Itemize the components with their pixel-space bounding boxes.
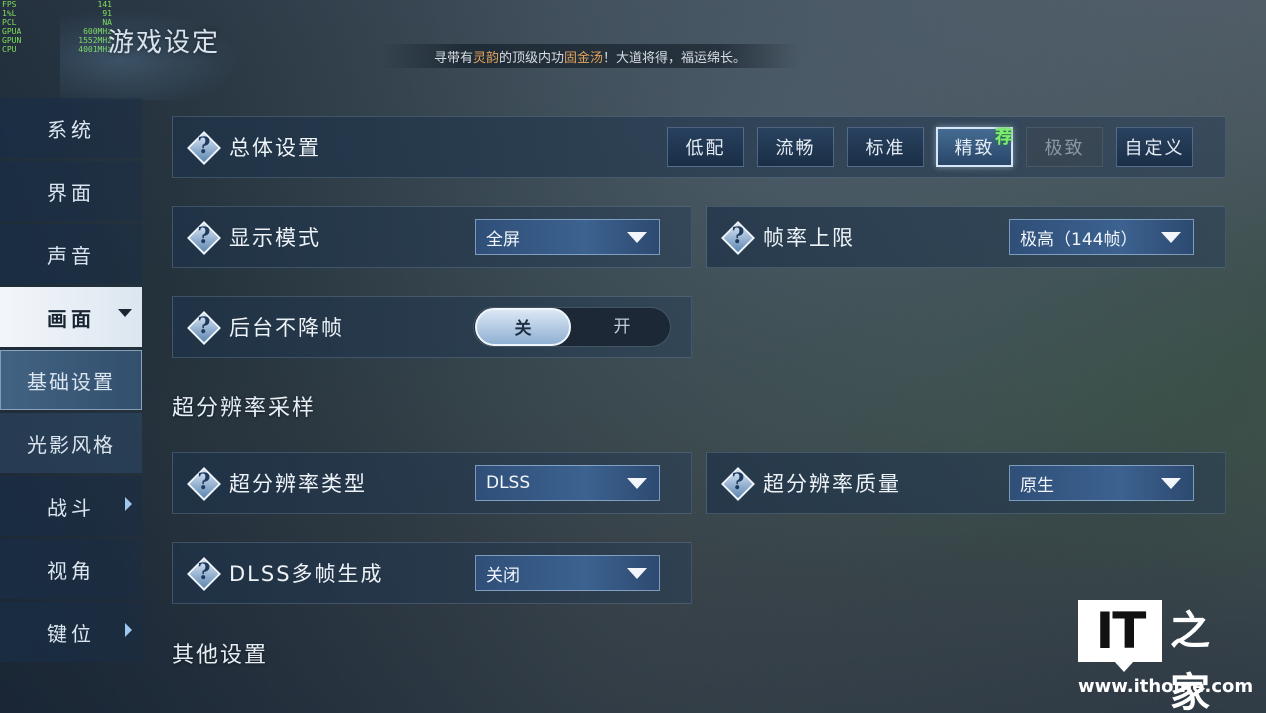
dropdown-value: 全屏 <box>486 229 520 250</box>
upscaling-type-panel: ? 超分辨率类型 DLSS <box>172 452 692 514</box>
upscaling-type-dropdown[interactable]: DLSS <box>475 465 660 501</box>
preset-low-button[interactable]: 低配 <box>667 127 744 167</box>
background-fps-panel: ? 后台不降帧 关 开 <box>172 296 692 358</box>
help-icon[interactable]: ? <box>187 311 221 345</box>
upscaling-quality-label: 超分辨率质量 <box>763 472 901 496</box>
tip-suffix: ！大道将得，福运绵长。 <box>603 50 747 66</box>
chevron-right-icon <box>125 497 132 511</box>
frame-gen-dropdown[interactable]: 关闭 <box>475 555 660 591</box>
recommended-badge: 荐 <box>995 127 1015 148</box>
watermark-url: www.ithome.com <box>1078 676 1254 697</box>
help-icon[interactable]: ? <box>721 467 755 501</box>
toggle-option-on[interactable]: 开 <box>574 308 670 346</box>
ithome-logo: IT <box>1078 600 1162 672</box>
dropdown-value: 极高（144帧） <box>1020 229 1138 250</box>
upscaling-quality-dropdown[interactable]: 原生 <box>1009 465 1194 501</box>
tip-mid: 的顶级内功 <box>498 50 564 66</box>
upscaling-quality-panel: ? 超分辨率质量 原生 <box>706 452 1226 514</box>
sidebar-item-label: 基础设置 <box>27 369 115 394</box>
sidebar-item-sound[interactable]: 声音 <box>0 224 142 284</box>
watermark: IT 之家 www.ithome.com <box>1078 600 1253 713</box>
dropdown-value: DLSS <box>486 473 531 493</box>
fps-overlay-label: FPS <box>2 0 17 9</box>
fps-overlay-label: CPU <box>2 45 17 54</box>
page-title: 游戏设定 <box>108 28 221 58</box>
sidebar-subitem-basic-settings[interactable]: 基础设置 <box>0 350 142 410</box>
background-fps-label: 后台不降帧 <box>229 316 344 340</box>
frame-limit-panel: ? 帧率上限 极高（144帧） <box>706 206 1226 268</box>
chevron-down-icon <box>118 309 132 317</box>
sidebar-item-system[interactable]: 系统 <box>0 98 142 158</box>
dropdown-arrow-icon <box>627 568 647 579</box>
sidebar-subitem-lighting-style[interactable]: 光影风格 <box>0 413 142 473</box>
display-mode-dropdown[interactable]: 全屏 <box>475 219 660 255</box>
overall-settings-label: 总体设置 <box>229 136 321 160</box>
fps-overlay-label: GPUA <box>2 27 22 36</box>
help-icon[interactable]: ? <box>187 131 221 165</box>
sidebar-item-label: 视角 <box>47 558 95 583</box>
upscaling-type-label: 超分辨率类型 <box>229 472 367 496</box>
sidebar-item-keybinds[interactable]: 键位 <box>0 602 142 662</box>
preset-smooth-button[interactable]: 流畅 <box>757 127 834 167</box>
sidebar-item-graphics[interactable]: 画面 <box>0 287 142 347</box>
sidebar-item-label: 系统 <box>47 117 95 142</box>
sidebar-item-combat[interactable]: 战斗 <box>0 476 142 536</box>
tip-banner: 寻带有 灵韵 的顶级内功 固金汤 ！大道将得，福运绵长。 <box>380 44 800 68</box>
fps-overlay-label: 1%L <box>2 9 17 18</box>
help-icon[interactable]: ? <box>721 221 755 255</box>
frame-limit-label: 帧率上限 <box>763 226 855 250</box>
help-icon[interactable]: ? <box>187 557 221 591</box>
frame-gen-label: DLSS多帧生成 <box>229 562 384 586</box>
dropdown-arrow-icon <box>627 232 647 243</box>
tip-prefix: 寻带有 <box>433 50 473 66</box>
other-section-title: 其他设置 <box>172 643 269 668</box>
display-mode-panel: ? 显示模式 全屏 <box>172 206 692 268</box>
dropdown-value: 原生 <box>1020 475 1054 496</box>
preset-standard-button[interactable]: 标准 <box>847 127 924 167</box>
background-fps-toggle[interactable]: 关 开 <box>473 307 671 347</box>
sidebar-item-interface[interactable]: 界面 <box>0 161 142 221</box>
preset-fine-label: 精致 <box>954 138 995 159</box>
help-icon[interactable]: ? <box>187 221 221 255</box>
sidebar-item-label: 画面 <box>47 306 95 331</box>
dropdown-arrow-icon <box>1161 232 1181 243</box>
chevron-right-icon <box>125 623 132 637</box>
preset-ultra-button: 极致 <box>1026 127 1103 167</box>
tip-highlight-1: 灵韵 <box>472 50 499 66</box>
sidebar-item-camera[interactable]: 视角 <box>0 539 142 599</box>
preset-fine-button[interactable]: 精致 荐 <box>936 127 1013 167</box>
dropdown-arrow-icon <box>627 478 647 489</box>
display-mode-label: 显示模式 <box>229 226 321 250</box>
dropdown-arrow-icon <box>1161 478 1181 489</box>
sidebar-item-label: 光影风格 <box>27 432 115 457</box>
sidebar-item-label: 界面 <box>47 180 95 205</box>
sidebar-item-label: 声音 <box>47 243 95 268</box>
preset-custom-button[interactable]: 自定义 <box>1116 127 1193 167</box>
frame-gen-panel: ? DLSS多帧生成 关闭 <box>172 542 692 604</box>
frame-limit-dropdown[interactable]: 极高（144帧） <box>1009 219 1194 255</box>
dropdown-value: 关闭 <box>486 565 520 586</box>
tip-highlight-2: 固金汤 <box>564 50 604 66</box>
sidebar-item-label: 键位 <box>47 621 95 646</box>
help-icon[interactable]: ? <box>187 467 221 501</box>
overall-settings-panel: ? 总体设置 低配 流畅 标准 精致 荐 极致 自定义 <box>172 116 1226 178</box>
sidebar-item-label: 战斗 <box>47 495 95 520</box>
toggle-option-off[interactable]: 关 <box>475 308 571 346</box>
fps-overlay-label: PCL <box>2 18 17 27</box>
fps-overlay-label: GPUN <box>2 36 22 45</box>
upscaling-section-title: 超分辨率采样 <box>172 396 317 421</box>
sidebar: 系统 界面 声音 画面 基础设置 光影风格 战斗 视角 键位 <box>0 98 145 665</box>
